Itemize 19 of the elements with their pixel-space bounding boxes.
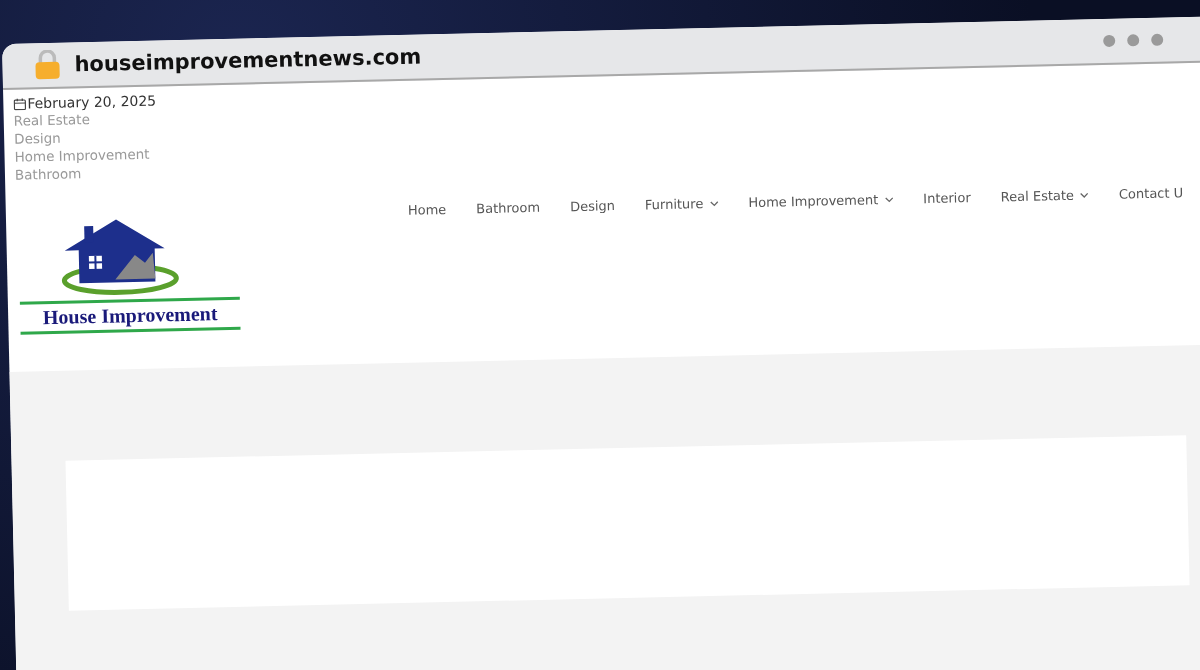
lock-icon	[34, 49, 61, 81]
nav-link[interactable]: Contact U	[1118, 185, 1184, 202]
caret-icon	[884, 196, 894, 203]
caret-icon	[709, 200, 719, 207]
address-url[interactable]: houseimprovementnews.com	[74, 44, 422, 77]
nav-link[interactable]: Home	[407, 201, 447, 218]
nav-link[interactable]: Bathroom	[476, 199, 541, 217]
nav-link[interactable]: Interior	[923, 190, 971, 207]
window-control-dot[interactable]	[1127, 34, 1140, 47]
nav-link[interactable]: Home Improvement	[748, 191, 894, 211]
date-text: February 20, 2025	[27, 92, 157, 112]
site-logo[interactable]: House Improvement	[18, 214, 241, 337]
window-control-dot[interactable]	[1151, 33, 1164, 46]
nav-link[interactable]: Furniture	[644, 195, 719, 213]
caret-icon	[1079, 191, 1089, 199]
nav-link[interactable]: Design	[569, 198, 616, 215]
calendar-icon	[13, 96, 27, 111]
window-control-dot[interactable]	[1103, 34, 1116, 47]
nav-link[interactable]: Real Estate	[1000, 187, 1090, 205]
